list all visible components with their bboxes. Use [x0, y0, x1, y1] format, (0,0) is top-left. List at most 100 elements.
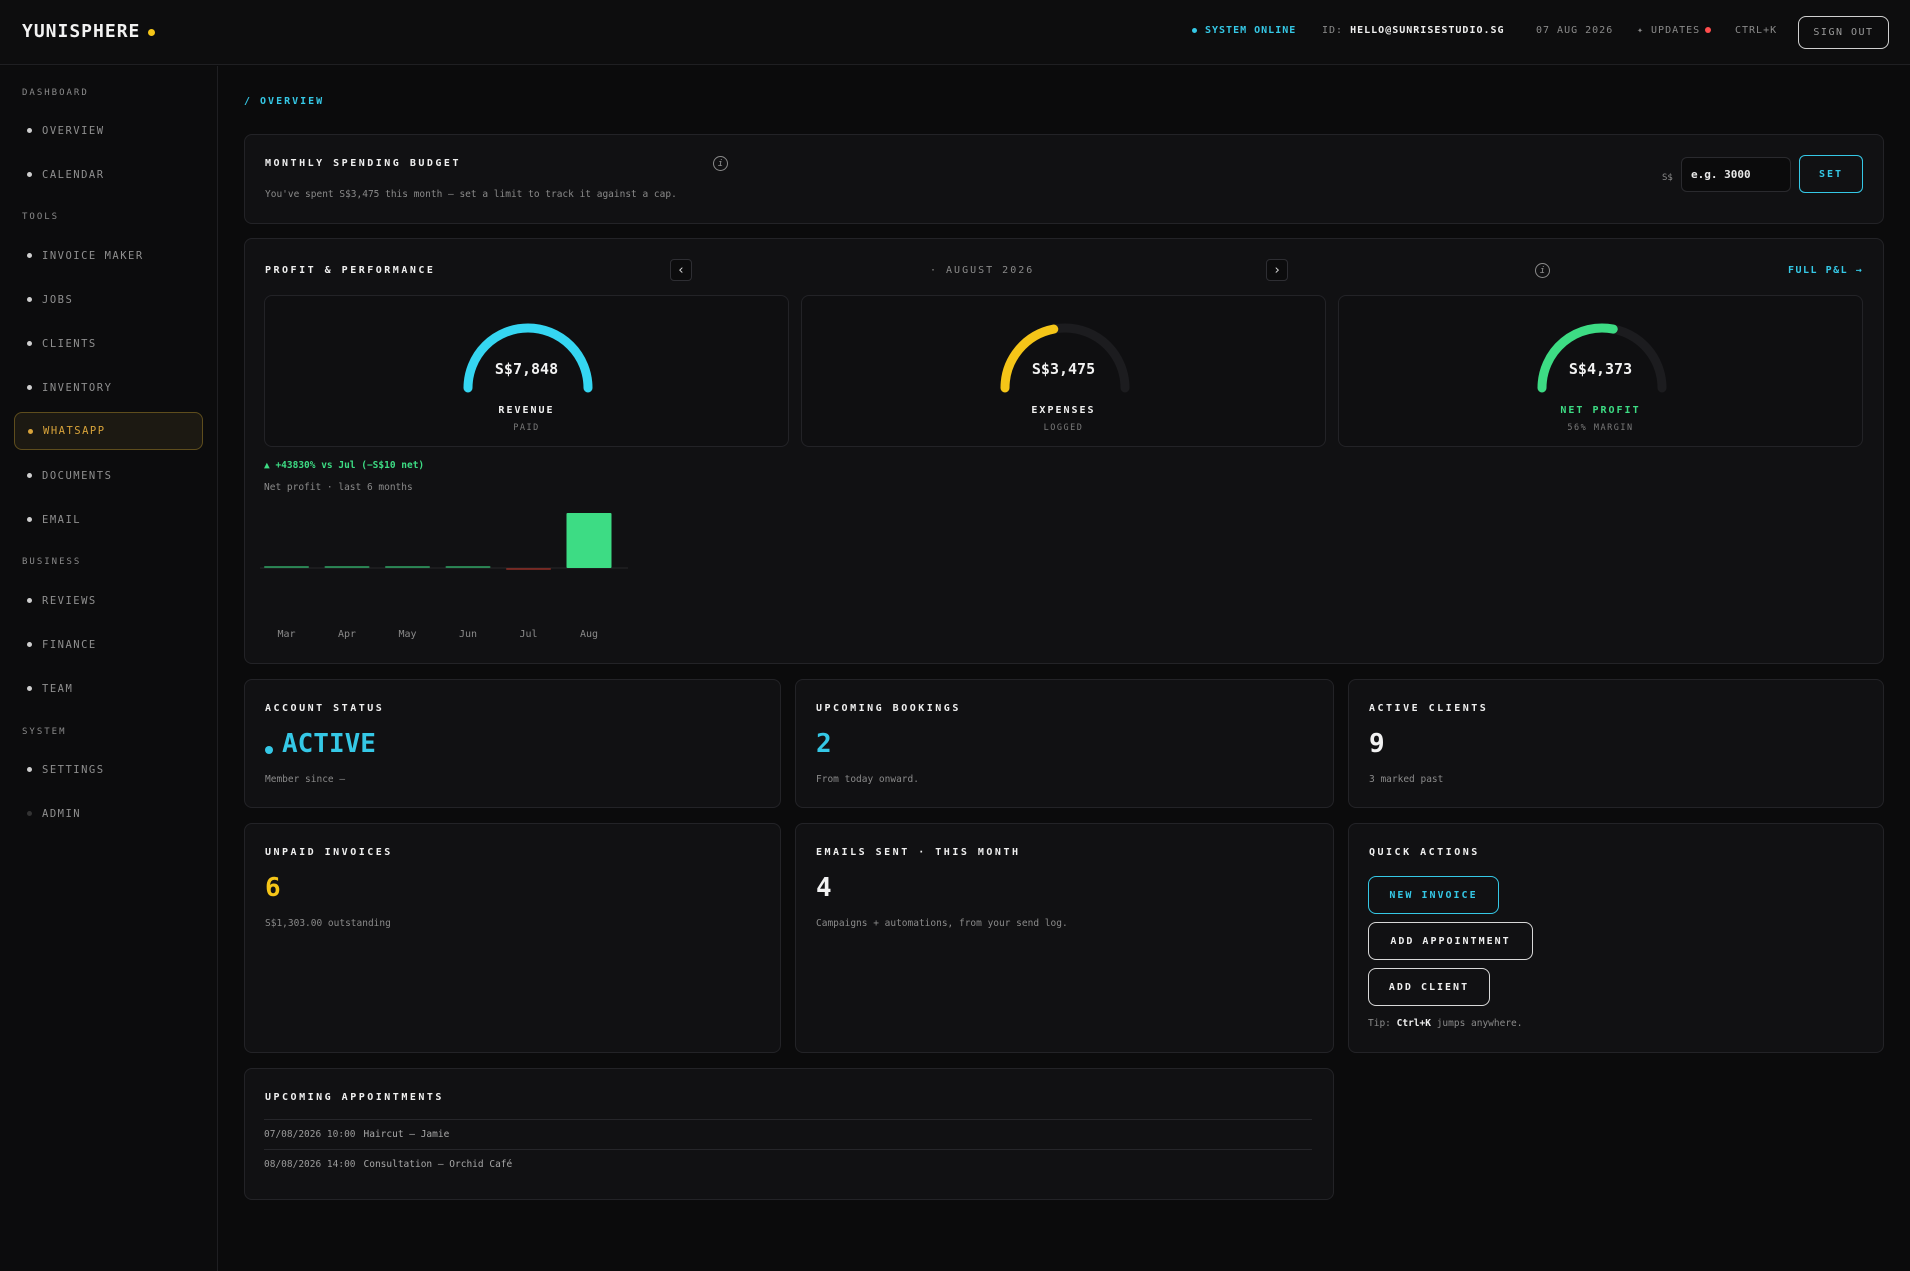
shortcut-tip: Tip: Ctrl+K jumps anywhere.	[1368, 1018, 1523, 1029]
net-profit-label: NET PROFIT	[1560, 405, 1641, 416]
account-status-value: ACTIVE	[265, 729, 376, 759]
bullet-icon	[27, 811, 32, 816]
new-invoice-button[interactable]: NEW INVOICE	[1368, 876, 1499, 914]
performance-title: PROFIT & PERFORMANCE	[265, 265, 436, 276]
sidebar-item-reviews[interactable]: REVIEWS	[14, 582, 203, 620]
updates-link[interactable]: ✦ UPDATES	[1637, 25, 1712, 36]
full-pl-link[interactable]: FULL P&L →	[1788, 265, 1863, 276]
bullet-icon	[27, 517, 32, 522]
bullet-icon	[27, 767, 32, 772]
gauge-track	[463, 323, 593, 393]
unpaid-invoices-card: UNPAID INVOICES 6 S$1,303.00 outstanding	[244, 823, 781, 1053]
sidebar-item-overview[interactable]: OVERVIEW	[14, 112, 203, 150]
notification-dot-icon	[1705, 27, 1712, 33]
unpaid-invoices-sub: S$1,303.00 outstanding	[265, 918, 391, 929]
sidebar-item-settings[interactable]: SETTINGS	[14, 751, 203, 789]
budget-input[interactable]	[1681, 157, 1791, 192]
sidebar-item-email[interactable]: EMAIL	[14, 501, 203, 539]
sidebar-item-admin[interactable]: ADMIN	[14, 795, 203, 833]
net-profit-chart: Mar Apr May Jun Jul Aug	[260, 513, 628, 640]
logo-dot-icon	[148, 28, 156, 36]
emails-sent-value: 4	[816, 873, 832, 903]
bullet-icon	[27, 642, 32, 647]
budget-title: MONTHLY SPENDING BUDGET	[265, 158, 461, 169]
expenses-sub: LOGGED	[1043, 423, 1084, 433]
add-client-button[interactable]: ADD CLIENT	[1368, 968, 1490, 1006]
next-month-button[interactable]: ›	[1266, 259, 1288, 281]
currency-label: S$	[1662, 173, 1673, 183]
bar-jul[interactable]	[506, 568, 551, 570]
bullet-icon	[27, 473, 32, 478]
top-header: YUNISPHERE SYSTEM ONLINE ID: HELLO@SUNRI…	[0, 0, 1910, 65]
sidebar: DASHBOARD OVERVIEW CALENDAR TOOLS INVOIC…	[0, 66, 218, 1271]
emails-sent-title: EMAILS SENT · THIS MONTH	[816, 847, 1021, 858]
gauge-fill	[1537, 323, 1618, 393]
bar-aug[interactable]	[566, 513, 612, 568]
sign-out-button[interactable]: SIGN OUT	[1798, 16, 1889, 49]
chart-subtitle: Net profit · last 6 months	[264, 482, 413, 493]
unpaid-invoices-value: 6	[265, 873, 281, 903]
upcoming-bookings-title: UPCOMING BOOKINGS	[816, 703, 961, 714]
upcoming-bookings-sub: From today onward.	[816, 774, 919, 785]
prev-month-button[interactable]: ‹	[670, 259, 692, 281]
expenses-value: S$3,475	[1031, 360, 1096, 378]
bullet-icon	[27, 686, 32, 691]
sidebar-item-calendar[interactable]: CALENDAR	[14, 156, 203, 194]
x-tick-label: Mar	[277, 629, 295, 640]
command-shortcut[interactable]: CTRL+K	[1735, 25, 1777, 36]
set-budget-button[interactable]: SET	[1799, 155, 1863, 193]
info-icon[interactable]: i	[1535, 263, 1550, 278]
x-tick-label: Aug	[580, 629, 598, 640]
active-dot-icon	[265, 746, 273, 754]
sidebar-section-tools: TOOLS	[22, 212, 60, 222]
revenue-gauge-card: S$7,848 REVENUE PAID	[264, 295, 789, 447]
upcoming-appointments-title: UPCOMING APPOINTMENTS	[265, 1092, 444, 1103]
bullet-icon	[27, 341, 32, 346]
app-logo[interactable]: YUNISPHERE	[22, 21, 156, 42]
bar-jun[interactable]	[445, 566, 491, 568]
sidebar-item-jobs[interactable]: JOBS	[14, 281, 203, 319]
active-clients-title: ACTIVE CLIENTS	[1369, 703, 1489, 714]
trend-indicator: ▲ +43830% vs Jul (−S$10 net)	[264, 460, 425, 471]
account-id: ID: HELLO@SUNRISESTUDIO.SG	[1322, 25, 1505, 36]
breadcrumb: / OVERVIEW	[244, 96, 325, 107]
sidebar-item-inventory[interactable]: INVENTORY	[14, 369, 203, 407]
sidebar-item-clients[interactable]: CLIENTS	[14, 325, 203, 363]
active-clients-sub: 3 marked past	[1369, 774, 1444, 785]
bar-apr[interactable]	[324, 566, 370, 568]
bullet-icon	[27, 297, 32, 302]
sidebar-item-documents[interactable]: DOCUMENTS	[14, 457, 203, 495]
budget-description: You've spent S$3,475 this month — set a …	[265, 189, 677, 200]
add-appointment-button[interactable]: ADD APPOINTMENT	[1368, 922, 1533, 960]
appointment-row[interactable]: 08/08/2026 14:00 Consultation — Orchid Ca…	[264, 1159, 520, 1170]
divider	[264, 1119, 1312, 1120]
upcoming-bookings-value: 2	[816, 729, 832, 759]
gauge-fill	[1000, 324, 1059, 393]
sidebar-section-system: SYSTEM	[22, 727, 67, 737]
appointment-row[interactable]: 07/08/2026 10:00 Haircut — Jamie	[264, 1129, 457, 1140]
active-clients-card: ACTIVE CLIENTS 9 3 marked past	[1348, 679, 1884, 808]
budget-card: MONTHLY SPENDING BUDGET i You've spent S…	[244, 134, 1884, 224]
bar-mar[interactable]	[264, 566, 309, 568]
gauge-track	[1000, 323, 1130, 393]
bullet-icon	[27, 128, 32, 133]
revenue-value: S$7,848	[494, 360, 559, 378]
info-icon[interactable]: i	[713, 156, 728, 171]
member-since: Member since —	[265, 774, 346, 785]
header-date: 07 AUG 2026	[1536, 25, 1614, 36]
gauge-track	[1537, 323, 1667, 393]
bullet-icon	[27, 598, 32, 603]
bar-may[interactable]	[385, 566, 430, 568]
sidebar-section-dashboard: DASHBOARD	[22, 88, 89, 98]
expenses-gauge	[1000, 323, 1130, 393]
net-profit-gauge	[1537, 323, 1667, 393]
bullet-icon	[27, 385, 32, 390]
sidebar-item-finance[interactable]: FINANCE	[14, 626, 203, 664]
unpaid-invoices-title: UNPAID INVOICES	[265, 847, 393, 858]
net-profit-sub: 56% MARGIN	[1567, 423, 1634, 433]
bullet-icon	[27, 253, 32, 258]
net-profit-value: S$4,373	[1568, 360, 1633, 378]
sidebar-item-invoice-maker[interactable]: INVOICE MAKER	[14, 237, 203, 275]
sidebar-item-whatsapp[interactable]: WHATSAPP	[14, 412, 203, 450]
sidebar-item-team[interactable]: TEAM	[14, 670, 203, 708]
